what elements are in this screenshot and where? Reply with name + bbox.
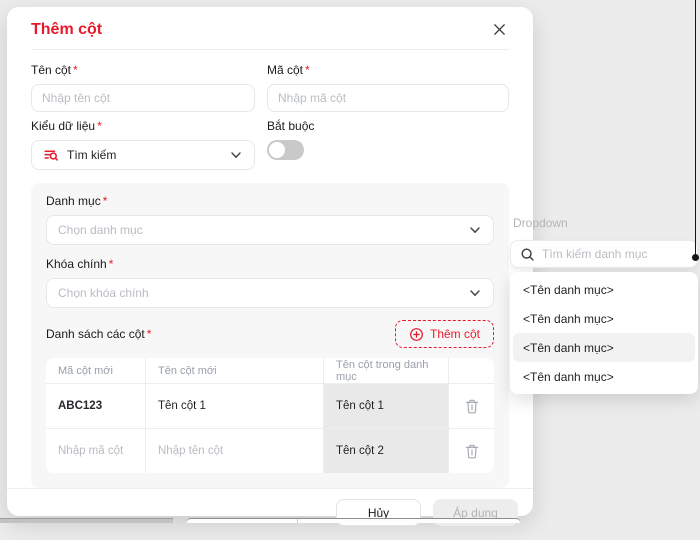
data-type-group: Kiểu dữ liệu* Tìm kiếm — [31, 112, 255, 170]
columns-table: Mã cột mới Tên cột mới Tên cột trong dan… — [46, 358, 494, 473]
primary-key-label: Khóa chính* — [46, 257, 494, 271]
column-name-input[interactable] — [31, 84, 255, 112]
add-column-modal: Thêm cột Tên cột* Mã cột* — [7, 7, 533, 516]
annotation-leader-line — [695, 0, 696, 257]
columns-list-header: Danh sách các cột* Thêm cột — [46, 320, 494, 348]
modal-footer: Hủy Áp dụng — [7, 488, 533, 540]
chevron-down-icon — [468, 286, 482, 300]
category-options-panel: <Tên danh mục> <Tên danh mục> <Tên danh … — [510, 272, 698, 394]
required-toggle-label: Bắt buộc — [267, 119, 509, 133]
category-option-highlighted[interactable]: <Tên danh mục> — [513, 333, 695, 362]
search-icon — [520, 247, 535, 262]
label-text: Tên cột — [31, 63, 71, 77]
column-code-label: Mã cột* — [267, 63, 509, 77]
header-new-code: Mã cột mới — [46, 358, 146, 383]
background-table-edge — [0, 518, 173, 523]
cell-category-column: Tên cột 2 — [324, 429, 449, 473]
required-asterisk: * — [147, 327, 152, 341]
background-card-divider — [297, 519, 298, 523]
required-asterisk: * — [73, 63, 78, 77]
primary-key-select[interactable]: Chọn khóa chính — [46, 278, 494, 308]
delete-row-button[interactable] — [460, 394, 484, 419]
toggle-knob — [269, 142, 285, 158]
table-row: Nhập mã cột Nhập tên cột Tên cột 2 — [46, 428, 494, 473]
required-asterisk: * — [97, 119, 102, 133]
close-icon — [492, 22, 507, 37]
category-select[interactable]: Chọn danh mục — [46, 215, 494, 245]
category-option[interactable]: <Tên danh mục> — [513, 304, 695, 333]
trash-icon — [464, 398, 480, 415]
label-text: Mã cột — [267, 63, 303, 77]
required-asterisk: * — [109, 257, 114, 271]
add-column-button-label: Thêm cột — [430, 327, 480, 341]
columns-table-header-row: Mã cột mới Tên cột mới Tên cột trong dan… — [46, 358, 494, 383]
cell-name-input[interactable]: Nhập tên cột — [146, 429, 324, 473]
cell-actions — [449, 429, 494, 473]
cell-category-column: Tên cột 1 — [324, 384, 449, 428]
chevron-down-icon — [229, 148, 243, 162]
category-search-box — [510, 240, 698, 268]
header-category-column: Tên cột trong danh mục — [324, 358, 449, 383]
column-code-group: Mã cột* — [267, 56, 509, 112]
columns-list-label: Danh sách các cột* — [46, 327, 151, 341]
modal-header: Thêm cột — [7, 7, 533, 49]
header-new-name: Tên cột mới — [146, 358, 324, 383]
modal-title: Thêm cột — [31, 21, 102, 39]
annotation-leader-dot — [692, 254, 699, 261]
table-row: ABC123 Tên cột 1 Tên cột 1 — [46, 383, 494, 428]
category-option[interactable]: <Tên danh mục> — [513, 275, 695, 304]
header-actions — [449, 358, 494, 383]
add-column-button[interactable]: Thêm cột — [395, 320, 494, 348]
dropdown-caption: Dropdown — [513, 216, 568, 230]
required-asterisk: * — [103, 194, 108, 208]
plus-circle-icon — [409, 327, 424, 342]
category-placeholder: Chọn danh mục — [58, 223, 460, 237]
column-name-label: Tên cột* — [31, 63, 255, 77]
trash-icon — [464, 443, 480, 460]
data-type-label: Kiểu dữ liệu* — [31, 119, 255, 133]
data-type-value: Tìm kiếm — [67, 148, 221, 162]
required-toggle-group: Bắt buộc — [267, 112, 509, 170]
label-text: Danh sách các cột — [46, 327, 145, 341]
column-code-input[interactable] — [267, 84, 509, 112]
label-text: Kiểu dữ liệu — [31, 119, 95, 133]
modal-body: Tên cột* Mã cột* Kiểu dữ liệu* — [7, 50, 533, 488]
category-label: Danh mục* — [46, 194, 494, 208]
delete-row-button[interactable] — [460, 439, 484, 464]
primary-key-placeholder: Chọn khóa chính — [58, 286, 460, 300]
required-asterisk: * — [305, 63, 310, 77]
label-text: Danh mục — [46, 194, 101, 208]
category-section: Danh mục* Chọn danh mục Khóa chính* Chọn… — [31, 183, 509, 488]
top-form: Tên cột* Mã cột* Kiểu dữ liệu* — [31, 56, 509, 170]
filter-search-icon — [43, 147, 59, 163]
chevron-down-icon — [468, 223, 482, 237]
category-option[interactable]: <Tên danh mục> — [513, 362, 695, 391]
cell-code[interactable]: ABC123 — [46, 384, 146, 428]
label-text: Khóa chính — [46, 257, 107, 271]
category-search-input[interactable] — [542, 247, 688, 261]
cell-actions — [449, 384, 494, 428]
cell-name[interactable]: Tên cột 1 — [146, 384, 324, 428]
column-name-group: Tên cột* — [31, 56, 255, 112]
cell-code-input[interactable]: Nhập mã cột — [46, 429, 146, 473]
close-button[interactable] — [490, 20, 509, 39]
required-toggle[interactable] — [267, 140, 304, 160]
data-type-select[interactable]: Tìm kiếm — [31, 140, 255, 170]
columns-table-body: ABC123 Tên cột 1 Tên cột 1 — [46, 383, 494, 473]
background-card-edge — [187, 518, 520, 523]
